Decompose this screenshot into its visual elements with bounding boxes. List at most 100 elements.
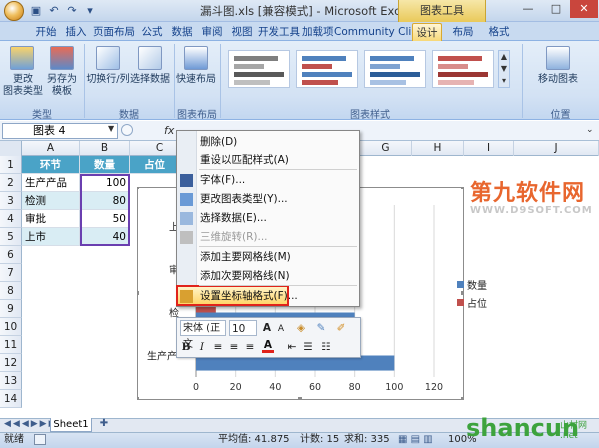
menu-item[interactable]: 重设以匹配样式(A) <box>200 151 355 170</box>
menu-item[interactable]: 字体(F)... <box>200 171 355 190</box>
row-header[interactable]: 10 <box>0 318 22 336</box>
column-header-j[interactable]: J <box>514 141 599 156</box>
view-buttons[interactable]: ▦ ▤ ▥ <box>398 433 433 447</box>
chart-resize-handle[interactable] <box>137 291 139 295</box>
tab-addins[interactable]: 加载项 <box>302 23 334 41</box>
formula-bar-circle-icon[interactable] <box>121 124 133 136</box>
bullets-icon[interactable]: ☰ <box>302 339 314 355</box>
column-header-h[interactable]: H <box>412 141 464 156</box>
row-header[interactable]: 4 <box>0 210 22 228</box>
save-icon[interactable]: ▣ <box>28 3 44 19</box>
move-chart-button[interactable]: 移动图表 <box>528 74 588 86</box>
chart-resize-handle[interactable] <box>461 187 464 189</box>
tab-developer[interactable]: 开发工具 <box>258 23 300 41</box>
qat-customize-icon[interactable]: ▾ <box>82 3 98 19</box>
switch-row-column-button[interactable]: 切换行/列 <box>86 74 130 86</box>
stage-cell[interactable]: 审批 <box>22 210 80 228</box>
fx-icon[interactable]: fx <box>164 124 174 137</box>
chart-style-3[interactable] <box>364 50 426 88</box>
change-chart-type-button[interactable]: 更改 图表类型 <box>2 74 44 98</box>
name-box-dropdown-icon[interactable]: ▼ <box>108 124 114 133</box>
header-cell[interactable]: 数量 <box>80 156 130 174</box>
quick-layout-button[interactable]: 快速布局 <box>176 74 216 86</box>
shrink-font-button[interactable]: A <box>276 321 286 337</box>
bold-button[interactable]: B <box>180 339 192 355</box>
row-header[interactable]: 1 <box>0 156 22 174</box>
sheet-tab-sheet1[interactable]: Sheet1 <box>50 418 92 432</box>
chart-resize-handle[interactable] <box>137 187 139 189</box>
align-right-icon[interactable]: ≡ <box>244 339 256 355</box>
insert-sheet-icon[interactable]: ✚ <box>96 418 112 432</box>
tab-view[interactable]: 视图 <box>228 23 256 41</box>
style-gallery-scroll[interactable]: ▲ ▼ ▾ <box>498 50 510 88</box>
tab-formulas[interactable]: 公式 <box>138 23 166 41</box>
row-header[interactable]: 14 <box>0 390 22 408</box>
row-header[interactable]: 12 <box>0 354 22 372</box>
tab-design[interactable]: 设计 <box>412 23 442 41</box>
tab-review[interactable]: 审阅 <box>198 23 226 41</box>
menu-item[interactable]: 选择数据(E)... <box>200 209 355 228</box>
row-header[interactable]: 6 <box>0 246 22 264</box>
italic-button[interactable]: I <box>196 339 208 355</box>
chart-resize-handle[interactable] <box>461 291 464 295</box>
macro-record-icon[interactable] <box>34 434 46 445</box>
maximize-button[interactable]: □ <box>542 0 570 18</box>
grow-font-button[interactable]: A <box>261 320 273 336</box>
select-data-button[interactable]: 选择数据 <box>128 74 172 86</box>
minimize-button[interactable]: — <box>514 0 542 18</box>
chart-resize-handle[interactable] <box>298 397 302 400</box>
chart-resize-handle[interactable] <box>137 397 139 400</box>
row-header[interactable]: 13 <box>0 372 22 390</box>
chart-style-1[interactable] <box>228 50 290 88</box>
undo-icon[interactable]: ↶ <box>46 3 62 19</box>
chart-style-2[interactable] <box>296 50 358 88</box>
select-all-corner[interactable] <box>0 141 22 156</box>
name-box[interactable]: 图表 4 <box>2 123 118 139</box>
row-header[interactable]: 2 <box>0 174 22 192</box>
chart-resize-handle[interactable] <box>461 397 464 400</box>
chart-style-4[interactable] <box>432 50 494 88</box>
align-center-icon[interactable]: ≡ <box>228 339 240 355</box>
row-header[interactable]: 3 <box>0 192 22 210</box>
fill-color-icon[interactable]: ◈ <box>294 320 308 336</box>
align-left-icon[interactable]: ≡ <box>212 339 224 355</box>
header-cell[interactable]: 环节 <box>22 156 80 174</box>
close-button[interactable]: ✕ <box>570 0 598 18</box>
format-painter-icon[interactable]: ✐ <box>334 320 348 336</box>
column-header-i[interactable]: I <box>464 141 514 156</box>
menu-item[interactable]: 设置坐标轴格式(F)... <box>200 287 355 306</box>
line-color-icon[interactable]: ✎ <box>314 320 328 336</box>
row-header[interactable]: 8 <box>0 282 22 300</box>
tab-insert[interactable]: 插入 <box>62 23 90 41</box>
row-header[interactable]: 9 <box>0 300 22 318</box>
numbering-icon[interactable]: ☷ <box>320 339 332 355</box>
stage-cell[interactable]: 生产产品 <box>22 174 80 192</box>
tab-page-layout[interactable]: 页面布局 <box>92 23 136 41</box>
stage-cell[interactable]: 上市 <box>22 228 80 246</box>
menu-item[interactable]: 删除(D) <box>200 133 355 152</box>
office-button[interactable] <box>4 1 24 21</box>
tab-data[interactable]: 数据 <box>168 23 196 41</box>
column-header-b[interactable]: B <box>80 141 130 156</box>
formula-expand-icon[interactable]: ⌄ <box>586 125 594 135</box>
stage-cell[interactable]: 检测 <box>22 192 80 210</box>
header-cell[interactable]: 占位 <box>130 156 180 174</box>
column-header-g[interactable]: G <box>360 141 412 156</box>
save-as-template-button[interactable]: 另存为 模板 <box>42 74 82 98</box>
tab-community-clips[interactable]: Community Clips <box>334 23 423 41</box>
tab-home[interactable]: 开始 <box>32 23 60 41</box>
font-color-button[interactable]: A <box>262 339 274 353</box>
redo-icon[interactable]: ↷ <box>64 3 80 19</box>
menu-item[interactable]: 更改图表类型(Y)... <box>200 190 355 209</box>
tab-layout[interactable]: 布局 <box>448 23 478 41</box>
menu-item[interactable]: 添加次要网格线(N) <box>200 267 355 286</box>
menu-item[interactable]: 添加主要网格线(M) <box>200 248 355 267</box>
font-size-select[interactable]: 10 <box>229 320 257 336</box>
row-header[interactable]: 7 <box>0 264 22 282</box>
row-header[interactable]: 5 <box>0 228 22 246</box>
tab-format[interactable]: 格式 <box>484 23 514 41</box>
column-header-a[interactable]: A <box>22 141 80 156</box>
font-name-select[interactable]: 宋体 (正文 <box>180 320 226 350</box>
row-header[interactable]: 11 <box>0 336 22 354</box>
decrease-indent-icon[interactable]: ⇤ <box>286 339 298 355</box>
